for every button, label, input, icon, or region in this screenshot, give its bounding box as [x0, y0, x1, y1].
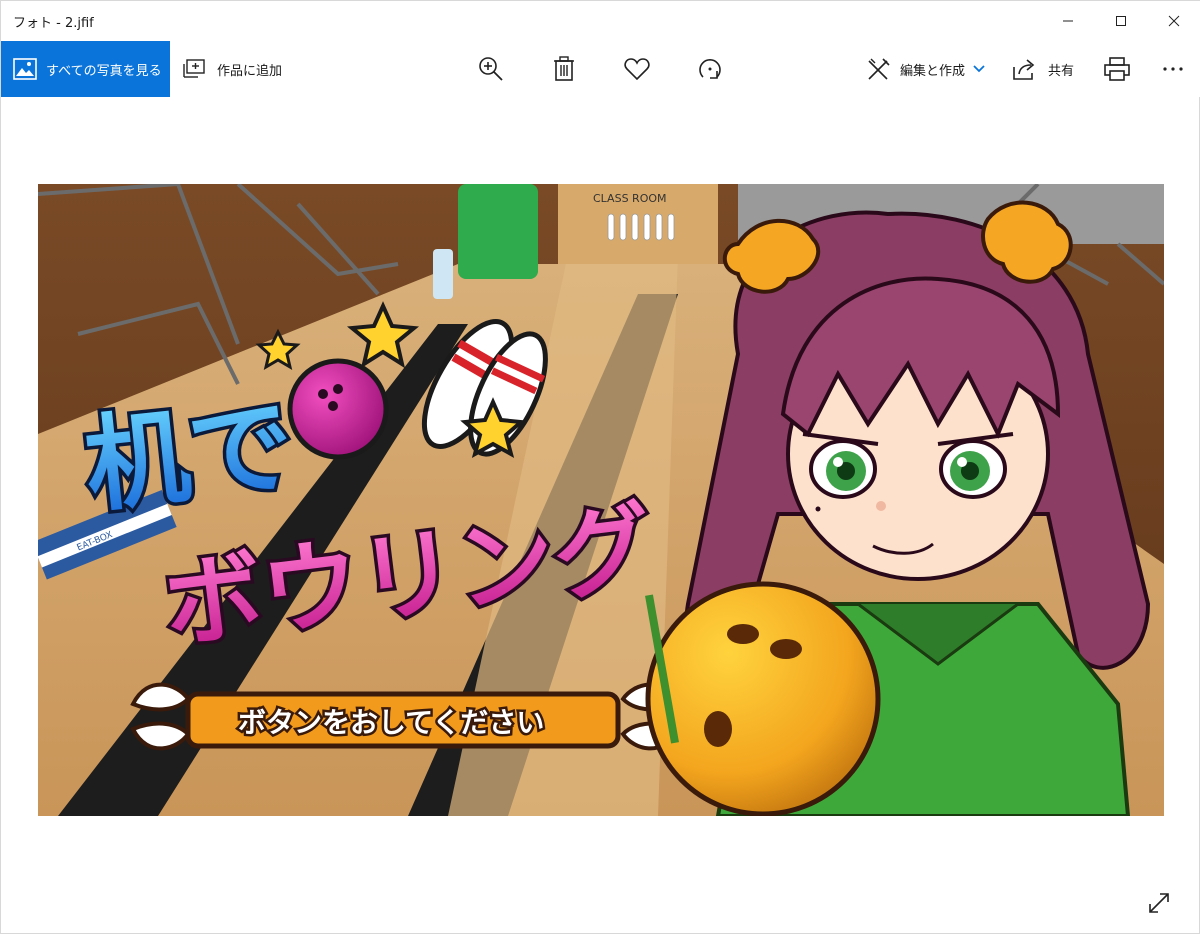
bowling-title-image: CLASS ROOM EAT-BOX 机で ボウリング ボタンをおしてください	[38, 184, 1164, 816]
more-icon	[1163, 67, 1183, 71]
maximize-button[interactable]	[1094, 1, 1148, 41]
classroom-sign-text: CLASS ROOM	[593, 192, 667, 205]
logo-line1: 机で	[79, 384, 299, 527]
full-screen-button[interactable]	[1141, 885, 1177, 921]
delete-button[interactable]	[546, 51, 582, 87]
edit-create-icon	[868, 58, 890, 80]
printer-icon	[1104, 57, 1130, 81]
zoom-in-icon	[479, 57, 503, 81]
print-button[interactable]	[1099, 51, 1135, 87]
prompt-banner: ボタンをおしてください	[130, 682, 681, 751]
edit-and-create-button[interactable]: 編集と作成	[866, 41, 985, 97]
zoom-in-button[interactable]	[473, 51, 509, 87]
share-icon	[1013, 59, 1035, 80]
add-to-creation-label: 作品に追加	[217, 63, 283, 79]
maximize-icon	[1116, 16, 1126, 26]
chevron-down-icon	[973, 65, 985, 73]
see-all-photos-button[interactable]: すべての写真を見る	[1, 41, 170, 97]
close-icon	[1168, 15, 1180, 27]
favorite-button[interactable]	[619, 51, 655, 87]
edit-and-create-label: 編集と作成	[900, 63, 966, 79]
close-button[interactable]	[1147, 1, 1200, 41]
add-to-album-icon	[183, 59, 205, 78]
minimize-icon	[1063, 20, 1073, 22]
prompt-text: ボタンをおしてください	[238, 706, 544, 739]
photos-app-window: フォト - 2.jfif すべての写真を見る 作品に追加 編集と作成 共有 CL…	[0, 0, 1200, 934]
more-options-button[interactable]	[1155, 51, 1191, 87]
rotate-button[interactable]	[692, 51, 728, 87]
expand-icon	[1149, 893, 1169, 913]
share-label: 共有	[1048, 63, 1075, 79]
rotate-icon	[699, 59, 721, 79]
add-to-creation-button[interactable]: 作品に追加	[183, 41, 282, 97]
toolbar: すべての写真を見る 作品に追加 編集と作成 共有	[1, 41, 1200, 97]
trash-icon	[554, 56, 574, 81]
minimize-button[interactable]	[1041, 1, 1095, 41]
see-all-photos-label: すべての写真を見る	[46, 63, 162, 79]
window-title: フォト - 2.jfif	[13, 16, 94, 31]
photo-gallery-icon	[13, 58, 37, 80]
photo-display[interactable]: CLASS ROOM EAT-BOX 机で ボウリング ボタンをおしてください	[38, 184, 1164, 816]
share-button[interactable]: 共有	[1012, 41, 1074, 97]
title-bar[interactable]: フォト - 2.jfif	[1, 1, 1200, 41]
heart-icon	[624, 58, 650, 81]
